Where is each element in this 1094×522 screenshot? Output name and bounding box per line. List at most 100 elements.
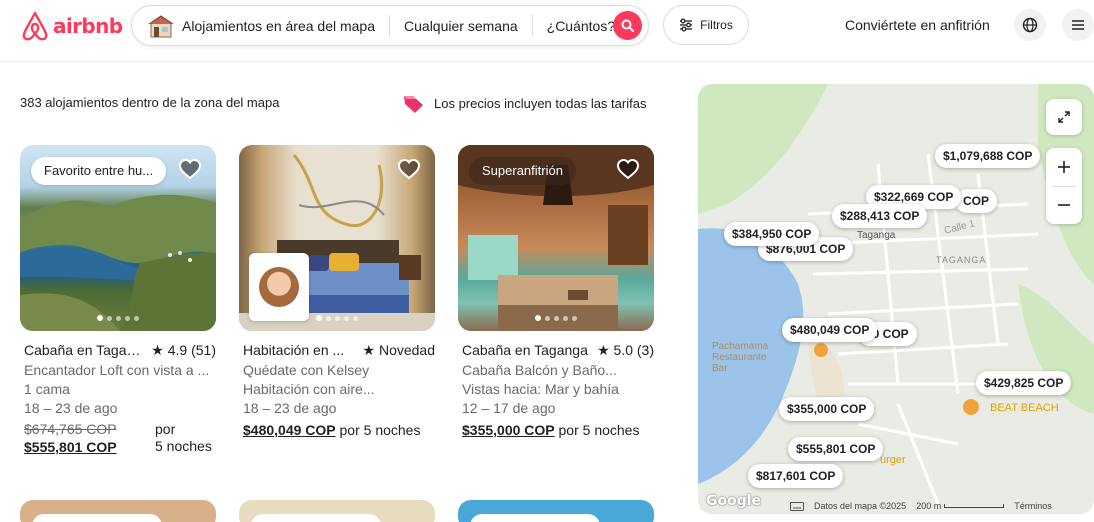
minus-icon bbox=[1058, 204, 1070, 206]
discounted-price: $555,801 COP bbox=[24, 439, 117, 455]
listing-subtitle: Cabaña Balcón y Baño... bbox=[462, 362, 617, 378]
become-host-link[interactable]: Conviértete en anfitrión bbox=[845, 17, 990, 33]
listing-title: Cabaña en Taganga bbox=[462, 342, 588, 358]
search-dates[interactable]: Cualquier semana bbox=[404, 18, 518, 34]
heart-icon[interactable] bbox=[616, 157, 640, 181]
host-avatar bbox=[249, 253, 309, 321]
price-note-text: Los precios incluyen todas las tarifas bbox=[434, 95, 647, 111]
carousel-dot bbox=[353, 315, 358, 321]
map-price-pin[interactable]: COP bbox=[955, 189, 998, 213]
listing-price[interactable]: $355,000 COP por 5 noches bbox=[462, 422, 654, 438]
filters-button[interactable]: Filtros bbox=[663, 5, 749, 45]
price-nights-label: por 5 noches bbox=[335, 422, 421, 438]
map-fullscreen-button[interactable] bbox=[1046, 99, 1082, 135]
badge-peek bbox=[32, 514, 162, 522]
photo-carousel-dots bbox=[458, 315, 654, 321]
carousel-dot bbox=[107, 315, 112, 321]
map-scale: 200 m bbox=[916, 501, 1005, 511]
menu-button[interactable] bbox=[1062, 9, 1094, 41]
listing-price[interactable]: $480,049 COP por 5 noches bbox=[243, 422, 435, 438]
photo-carousel-dots bbox=[239, 315, 435, 321]
heart-icon[interactable] bbox=[178, 157, 202, 181]
keyboard-icon[interactable] bbox=[790, 501, 804, 511]
carousel-dot bbox=[344, 315, 349, 321]
price-nights-label: 5 noches bbox=[155, 438, 212, 454]
map-label-beach: BEAT BEACH bbox=[990, 402, 1059, 414]
listing-rating: ★ 5.0 (3) bbox=[597, 342, 654, 358]
map-scale-bar bbox=[944, 504, 1005, 508]
map-price-pin[interactable]: $355,000 COP bbox=[779, 397, 875, 421]
listing-subtitle: Encantador Loft con vista a ... bbox=[24, 362, 210, 378]
map-price-pin[interactable]: $480,049 COP bbox=[782, 318, 878, 342]
search-guests[interactable]: ¿Cuántos? bbox=[547, 18, 615, 34]
badge-peek bbox=[251, 514, 381, 522]
price-per-label: por bbox=[155, 421, 176, 437]
map-price-pin[interactable]: $555,801 COP bbox=[788, 437, 884, 461]
guest-favorite-badge: Favorito entre hu... bbox=[31, 157, 167, 185]
listing-card-peek[interactable] bbox=[458, 500, 654, 522]
listing-card-peek[interactable] bbox=[20, 500, 216, 522]
airbnb-logo[interactable]: airbnb bbox=[20, 10, 123, 42]
sliders-icon bbox=[680, 18, 693, 32]
map-label-taganga-area: TAGANGA bbox=[936, 255, 987, 265]
filters-label: Filtros bbox=[700, 18, 733, 32]
map-price-pin[interactable]: $384,950 COP bbox=[724, 222, 820, 246]
price-amount: $355,000 COP bbox=[462, 422, 555, 438]
listing-title: Habitación en ... bbox=[243, 342, 345, 358]
beach-marker-icon bbox=[963, 399, 979, 415]
listing-subtitle: Quédate con Kelsey bbox=[243, 362, 370, 378]
carousel-dot bbox=[316, 315, 322, 321]
listing-info: Cabaña en Tagan... ★ 4.9 (51) Encantador… bbox=[20, 342, 216, 455]
language-button[interactable] bbox=[1014, 9, 1046, 41]
search-location[interactable]: Alojamientos en área del mapa bbox=[182, 18, 375, 34]
listing-detail: Vistas hacia: Mar y bahía bbox=[462, 381, 619, 397]
map-label-taganga: Taganga bbox=[857, 230, 896, 241]
listing-photo[interactable]: Favorito entre hu... bbox=[20, 145, 216, 331]
listing-dates: 12 – 17 de ago bbox=[462, 400, 556, 416]
map-price-pin[interactable]: $1,079,688 COP bbox=[935, 144, 1041, 168]
listing-card[interactable]: Favorito entre hu... Cabaña en Tagan... … bbox=[20, 145, 216, 455]
listing-card[interactable]: Superanfitrión Cabaña en Taganga ★ 5.0 (… bbox=[458, 145, 654, 438]
listing-detail: Habitación con aire... bbox=[243, 381, 375, 397]
carousel-dot bbox=[134, 315, 139, 321]
map-price-pin[interactable]: $817,601 COP bbox=[748, 464, 844, 488]
search-bar[interactable]: Alojamientos en área del mapa Cualquier … bbox=[131, 5, 649, 46]
listing-photo[interactable]: Superanfitrión bbox=[458, 145, 654, 331]
hamburger-menu-icon bbox=[1072, 20, 1084, 30]
map-price-pin[interactable]: $288,413 COP bbox=[832, 204, 928, 228]
map-price-pin[interactable]: $429,825 COP bbox=[976, 371, 1072, 395]
map-data-credit: Datos del mapa ©2025 bbox=[814, 501, 907, 511]
heart-icon[interactable] bbox=[397, 157, 421, 181]
map-label-burger: urger bbox=[880, 454, 906, 466]
carousel-dot bbox=[116, 315, 121, 321]
results-count: 383 alojamientos dentro de la zona del m… bbox=[20, 95, 280, 110]
globe-icon bbox=[1022, 17, 1038, 33]
search-divider bbox=[531, 14, 533, 37]
listing-card-peek[interactable] bbox=[239, 500, 435, 522]
carousel-dot bbox=[563, 315, 568, 321]
zoom-in-button[interactable] bbox=[1046, 148, 1082, 186]
listing-price[interactable]: $674,765 COP $555,801 COP por 5 noches bbox=[24, 421, 216, 455]
top-header: airbnb Alojamientos en área del mapa Cua… bbox=[0, 0, 1094, 62]
restaurant-marker-icon bbox=[814, 343, 828, 357]
listing-card[interactable]: Habitación en ... ★ Novedad Quédate con … bbox=[239, 145, 435, 438]
original-price: $674,765 COP bbox=[24, 421, 117, 437]
carousel-dot bbox=[572, 315, 577, 321]
carousel-dot bbox=[535, 315, 541, 321]
zoom-out-button[interactable] bbox=[1046, 186, 1082, 224]
search-button[interactable] bbox=[613, 11, 642, 40]
price-note[interactable]: Los precios incluyen todas las tarifas bbox=[401, 91, 646, 115]
badge-peek bbox=[470, 514, 600, 522]
listing-detail: 1 cama bbox=[24, 381, 70, 397]
map-terms-link[interactable]: Términos bbox=[1014, 501, 1052, 511]
carousel-dot bbox=[97, 315, 103, 321]
map-footer: Datos del mapa ©2025 200 m Términos bbox=[790, 501, 1052, 511]
price-nights-label: por 5 noches bbox=[554, 422, 640, 438]
listing-photo[interactable] bbox=[239, 145, 435, 331]
plus-icon bbox=[1058, 161, 1070, 173]
host-photo bbox=[259, 267, 299, 307]
search-icon bbox=[621, 19, 634, 32]
expand-icon bbox=[1058, 111, 1070, 123]
photo-carousel-dots bbox=[20, 315, 216, 321]
carousel-dot bbox=[326, 315, 331, 321]
